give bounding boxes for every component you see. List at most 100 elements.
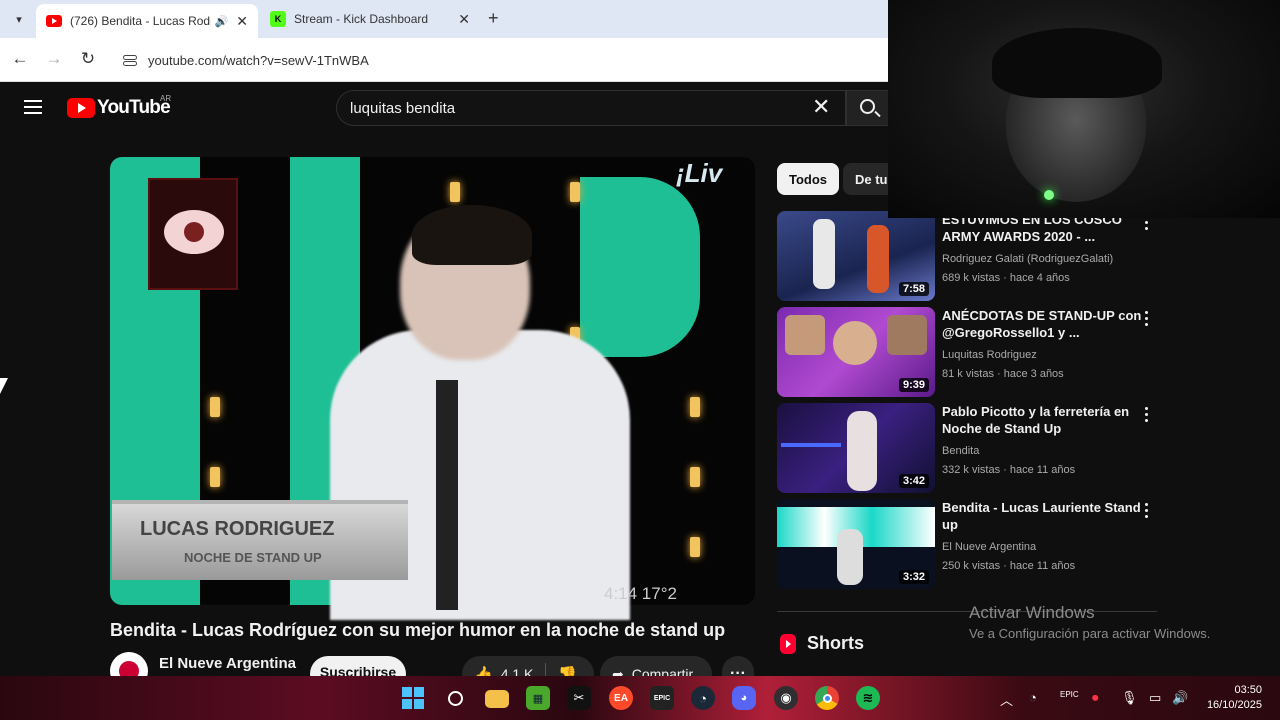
kebab-menu-icon[interactable]: [1145, 407, 1149, 423]
thumbnail-figure: [785, 315, 825, 355]
taskbar: ▦ ✂ EA EPIC ◔ ◕ ◉ ≋ ︿ ◔ EPIC ⏺ 🎙 ▭ 🔊 03:…: [0, 676, 1280, 720]
site-info-icon[interactable]: [122, 53, 137, 67]
recommendation-channel[interactable]: Bendita: [942, 445, 979, 457]
microphone-icon[interactable]: 🎙: [1121, 690, 1138, 706]
tab-search-dropdown-icon[interactable]: ▾: [8, 8, 30, 30]
recommendation-channel[interactable]: Rodriguez Galati (RodriguezGalati): [942, 253, 1113, 265]
search-input[interactable]: luquitas bendita: [336, 90, 846, 126]
address-bar: ← → ↻ youtube.com/watch?v=sewV-1TnWBA: [0, 38, 890, 82]
recommendation-title[interactable]: Bendita - Lucas Lauriente Stand up: [942, 499, 1142, 533]
obs-icon[interactable]: ◉: [774, 686, 798, 710]
video-thumbnail[interactable]: 9:39: [777, 307, 935, 397]
video-thumbnail[interactable]: 3:42: [777, 403, 935, 493]
kick-icon: K: [270, 11, 286, 27]
channel-name[interactable]: El Nueve Argentina: [159, 655, 296, 672]
youtube-logo-text: YouTube: [97, 97, 171, 118]
file-explorer-icon[interactable]: [485, 690, 509, 708]
recommendation-channel[interactable]: Luquitas Rodriguez: [942, 349, 1037, 361]
video-thumbnail[interactable]: 7:58: [777, 211, 935, 301]
speaker-icon[interactable]: 🔊: [215, 15, 229, 28]
minecraft-icon[interactable]: ▦: [526, 686, 550, 710]
thumbnail-figure: [833, 321, 877, 365]
volume-icon[interactable]: 🔊: [1172, 690, 1188, 706]
stage-light: [210, 397, 220, 417]
youtube-icon: [46, 15, 62, 27]
back-icon[interactable]: ←: [9, 49, 31, 69]
stage-light: [690, 537, 700, 557]
chevron-up-icon[interactable]: ︿: [1000, 690, 1013, 709]
network-icon[interactable]: ▭: [1149, 690, 1161, 706]
webcam-overlay: [888, 0, 1280, 218]
duration-badge: 3:42: [898, 474, 929, 488]
eye-icon: [164, 210, 224, 254]
recommendation-title[interactable]: Pablo Picotto y la ferretería en Noche d…: [942, 403, 1142, 437]
close-tab-icon[interactable]: ✕: [236, 13, 248, 30]
reload-icon[interactable]: ↻: [77, 49, 99, 69]
clear-search-icon[interactable]: ✕: [812, 96, 830, 118]
kebab-menu-icon[interactable]: [1145, 503, 1149, 519]
url-text: youtube.com/watch?v=sewV-1TnWBA: [148, 52, 369, 68]
search-icon: [860, 99, 875, 114]
stage-light: [690, 397, 700, 417]
thumbnail-figure: [867, 225, 889, 293]
shorts-label: Shorts: [807, 633, 865, 653]
channel-watermark-logo: [148, 178, 238, 290]
thumbnail-figure: [837, 529, 863, 585]
forward-icon[interactable]: →: [43, 49, 65, 69]
recommendation-item[interactable]: 3:32 Bendita - Lucas Lauriente Stand up …: [777, 499, 1157, 589]
divider: [777, 611, 1157, 612]
spotify-icon[interactable]: ≋: [856, 686, 880, 710]
thumbnail-figure: [847, 411, 877, 491]
duration-badge: 3:32: [898, 570, 929, 584]
video-person-hair: [412, 205, 532, 265]
recommendation-meta: 332 k vistas · hace 11 años: [942, 464, 1076, 476]
video-overlay-live: ¡Liv: [676, 158, 723, 188]
kebab-menu-icon[interactable]: [1145, 311, 1149, 327]
youtube-header: YouTube AR luquitas bendita ✕: [0, 82, 890, 134]
recommendation-channel[interactable]: El Nueve Argentina: [942, 541, 1036, 553]
ea-icon[interactable]: EA: [609, 686, 633, 710]
youtube-logo[interactable]: YouTube: [67, 97, 171, 119]
recommendation-meta: 81 k vistas · hace 3 años: [942, 368, 1064, 380]
tab-title: Stream - Kick Dashboard: [294, 12, 429, 26]
lower-third-name: LUCAS RODRIGUEZ: [140, 518, 335, 540]
recommendation-item[interactable]: 3:42 Pablo Picotto y la ferretería en No…: [777, 403, 1157, 493]
chrome-icon[interactable]: [815, 686, 839, 710]
recommendation-item[interactable]: 7:58 ESTUVIMOS EN LOS COSCO ARMY AWARDS …: [777, 211, 1157, 301]
steam-icon[interactable]: ◔: [691, 686, 715, 710]
recommendation-item[interactable]: 9:39 ANÉCDOTAS DE STAND-UP con @GregoRos…: [777, 307, 1157, 397]
shorts-icon: [780, 633, 796, 654]
video-backdrop: [580, 177, 700, 357]
video-thumbnail[interactable]: 3:32: [777, 499, 935, 589]
thumbnail-figure: [887, 315, 927, 355]
menu-icon[interactable]: [24, 100, 42, 114]
duration-badge: 9:39: [898, 378, 929, 392]
epic-games-icon[interactable]: EPIC: [650, 686, 674, 710]
recommendation-title[interactable]: ANÉCDOTAS DE STAND-UP con @GregoRossello…: [942, 307, 1142, 341]
tab-youtube[interactable]: (726) Bendita - Lucas Rodríg 🔊 ✕: [36, 4, 258, 38]
url-field[interactable]: youtube.com/watch?v=sewV-1TnWBA: [112, 44, 882, 76]
stage-light: [570, 182, 580, 202]
activate-windows-subtitle: Ve a Configuración para activar Windows.: [969, 626, 1211, 641]
stage-light: [450, 182, 460, 202]
windows-start-icon[interactable]: [401, 686, 425, 710]
recording-tray-icon[interactable]: ⏺: [1092, 690, 1099, 706]
screen: ▾ (726) Bendita - Lucas Rodríg 🔊 ✕ K Str…: [0, 0, 1280, 720]
thumbnail-figure: [813, 219, 835, 289]
tab-kick[interactable]: K Stream - Kick Dashboard ✕: [260, 4, 480, 34]
webcam-green-light: [1044, 190, 1054, 200]
mouse-cursor-icon: [0, 378, 8, 394]
capcut-icon[interactable]: ✂: [567, 686, 591, 710]
discord-icon[interactable]: ◕: [732, 686, 756, 710]
close-tab-icon[interactable]: ✕: [458, 11, 470, 28]
clock-date[interactable]: 16/10/2025: [1200, 699, 1262, 711]
chip-todos[interactable]: Todos: [777, 163, 840, 195]
clock-time[interactable]: 03:50: [1200, 684, 1262, 696]
thumbnail-stage-light: [781, 443, 841, 447]
duration-badge: 7:58: [898, 282, 929, 296]
epic-tray-icon[interactable]: EPIC: [1060, 690, 1079, 699]
steam-tray-icon[interactable]: ◔: [1029, 690, 1037, 705]
search-icon[interactable]: [443, 686, 467, 710]
new-tab-icon[interactable]: +: [488, 8, 499, 29]
search-button[interactable]: [846, 90, 890, 126]
